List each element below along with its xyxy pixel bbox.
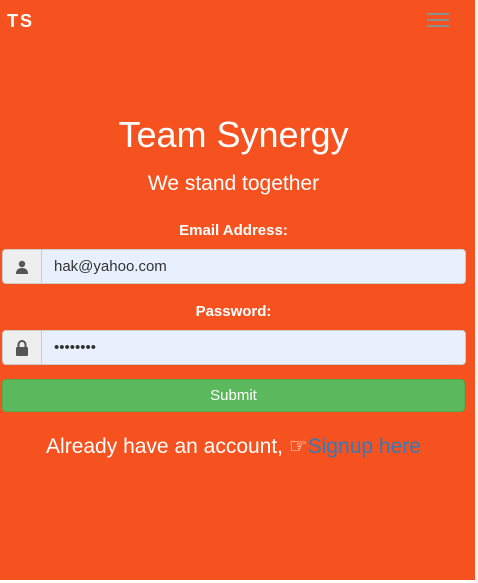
email-input[interactable] xyxy=(42,250,465,283)
submit-button[interactable]: Submit xyxy=(2,379,465,412)
page-background: TS Team Synergy We stand together Email … xyxy=(0,0,475,580)
user-icon xyxy=(3,250,42,283)
password-label: Password: xyxy=(195,303,272,320)
page-subtitle: We stand together xyxy=(147,172,320,195)
signup-prompt-text: Already have an account, xyxy=(46,435,284,458)
page-title: Team Synergy xyxy=(118,114,349,155)
password-input[interactable] xyxy=(42,331,465,364)
email-label: Email Address: xyxy=(179,222,288,239)
signup-prompt: Already have an account, ☞Signup here xyxy=(0,434,467,459)
password-input-group xyxy=(2,330,466,365)
hand-point-right-icon: ☞ xyxy=(288,435,308,458)
navbar-brand[interactable]: TS xyxy=(7,11,34,32)
hamburger-menu-icon[interactable] xyxy=(427,13,449,29)
lock-icon xyxy=(3,331,42,364)
signup-link[interactable]: Signup here xyxy=(308,435,421,458)
email-input-group xyxy=(2,249,466,284)
